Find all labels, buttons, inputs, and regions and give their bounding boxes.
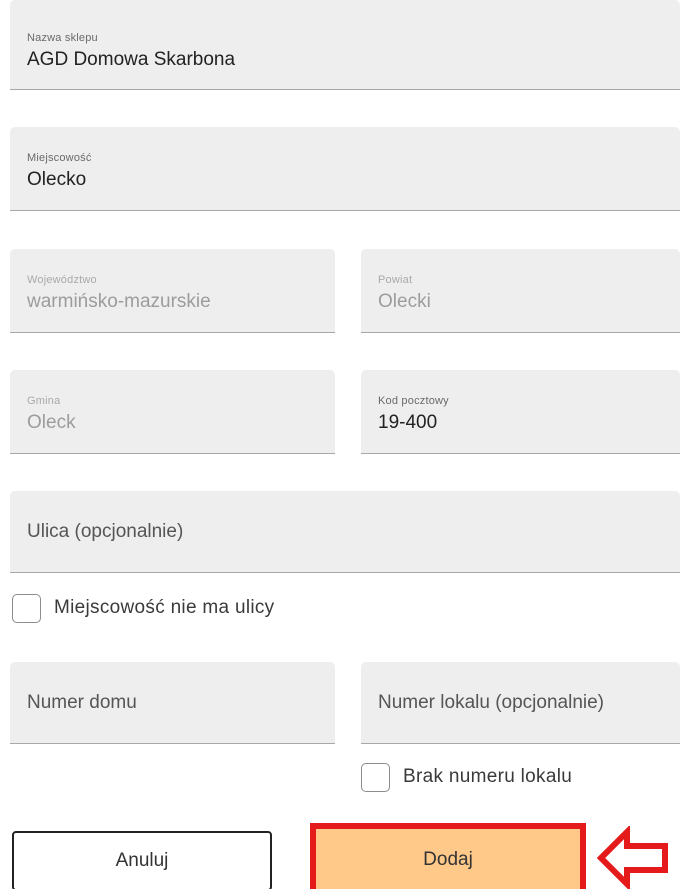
arrow-left-outline-icon bbox=[597, 826, 668, 889]
county-field: Powiat Olecki bbox=[361, 249, 680, 333]
shop-name-value: AGD Domowa Skarbona bbox=[27, 49, 236, 70]
no-apartment-checkbox[interactable] bbox=[361, 762, 390, 792]
municipality-value: Oleck bbox=[27, 412, 76, 433]
no-street-checkbox-row[interactable]: Miejscowość nie ma ulicy bbox=[12, 592, 275, 624]
apartment-number-placeholder: Numer lokalu (opcjonalnie) bbox=[378, 691, 604, 713]
house-number-placeholder: Numer domu bbox=[27, 691, 137, 713]
city-field[interactable]: Miejscowość Olecko bbox=[10, 127, 680, 211]
apartment-number-field[interactable]: Numer lokalu (opcjonalnie) bbox=[361, 662, 680, 744]
cancel-button-label: Anuluj bbox=[115, 850, 169, 871]
postal-code-value: 19-400 bbox=[378, 412, 438, 433]
shop-name-field[interactable]: Nazwa sklepu AGD Domowa Skarbona bbox=[10, 0, 680, 90]
postal-code-field[interactable]: Kod pocztowy 19-400 bbox=[361, 370, 680, 454]
municipality-label: Gmina bbox=[27, 395, 61, 407]
add-button-label: Dodaj bbox=[423, 849, 473, 870]
voivodeship-field: Województwo warmińsko-mazurskie bbox=[10, 249, 335, 333]
no-apartment-label[interactable]: Brak numeru lokalu bbox=[403, 766, 572, 788]
cancel-button[interactable]: Anuluj bbox=[12, 831, 272, 889]
municipality-field: Gmina Oleck bbox=[10, 370, 335, 454]
voivodeship-label: Województwo bbox=[27, 274, 97, 286]
street-field[interactable]: Ulica (opcjonalnie) bbox=[10, 491, 680, 573]
postal-code-label: Kod pocztowy bbox=[378, 395, 449, 407]
no-apartment-checkbox-row[interactable]: Brak numeru lokalu bbox=[361, 761, 572, 793]
city-label: Miejscowość bbox=[27, 152, 92, 164]
street-placeholder: Ulica (opcjonalnie) bbox=[27, 520, 184, 542]
add-button[interactable]: Dodaj bbox=[321, 832, 575, 888]
house-number-field[interactable]: Numer domu bbox=[10, 662, 335, 744]
city-value: Olecko bbox=[27, 169, 87, 190]
county-value: Olecki bbox=[378, 291, 431, 312]
shop-name-label: Nazwa sklepu bbox=[27, 32, 98, 44]
voivodeship-value: warmińsko-mazurskie bbox=[27, 291, 211, 312]
no-street-checkbox[interactable] bbox=[12, 593, 41, 623]
county-label: Powiat bbox=[378, 274, 413, 286]
add-shop-form: Nazwa sklepu AGD Domowa Skarbona Miejsco… bbox=[0, 0, 680, 889]
no-street-label[interactable]: Miejscowość nie ma ulicy bbox=[54, 597, 275, 619]
